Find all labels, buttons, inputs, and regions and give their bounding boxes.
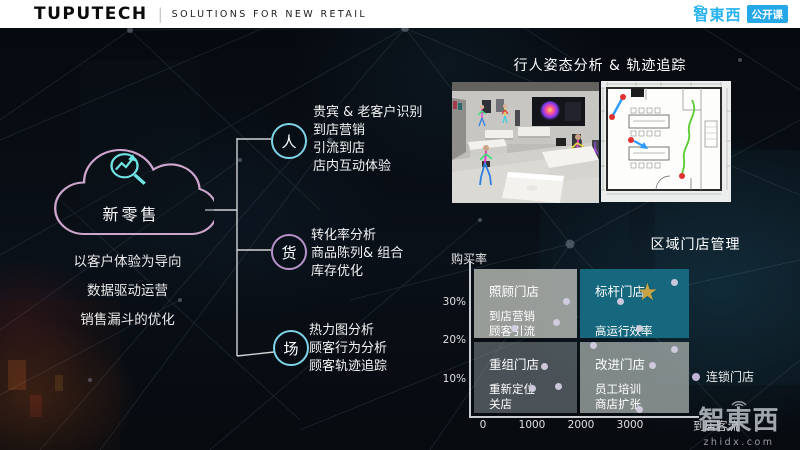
store-point xyxy=(590,342,597,349)
store-point xyxy=(671,346,678,353)
tracking-title: 行人姿态分析 & 轨迹追踪 xyxy=(470,55,730,75)
x-tick-label: 2000 xyxy=(568,419,595,431)
pillar-label-people: 人 xyxy=(281,131,296,152)
quadrant-care-stores: 照顾门店 到店营销顾客引流 xyxy=(474,269,577,338)
zhidx-brand: 智東西 公开课 xyxy=(693,4,788,25)
watermark-domain: zhidx.com xyxy=(684,437,794,448)
y-tick-label: 30% xyxy=(440,296,466,308)
principle-item: 数据驱动运营 xyxy=(35,282,220,300)
pillar-label-goods: 货 xyxy=(281,242,296,263)
zhidx-watermark: 智東西 zhidx.com xyxy=(684,388,794,448)
goods-item: 转化率分析 xyxy=(311,227,403,245)
quadrant-title: 重组门店 xyxy=(489,354,569,373)
pillar-label-place: 场 xyxy=(283,338,298,359)
people-item: 店内互动体验 xyxy=(313,158,422,176)
place-items: 热力图分析顾客行为分析顾客轨迹追踪 xyxy=(309,322,387,376)
legend-label: 连锁门店 xyxy=(706,368,754,385)
quadrant-title: 照顾门店 xyxy=(489,281,569,300)
store-point xyxy=(529,385,536,392)
goods-items: 转化率分析商品陈列& 组合库存优化 xyxy=(311,227,403,281)
quadrant-action: 员工培训 xyxy=(595,382,681,397)
principle-item: 以客户体验为导向 xyxy=(35,253,220,271)
quadrant-action: 顾客引流 xyxy=(489,324,569,339)
logo-separator: | xyxy=(158,5,163,23)
watermark-brand: 智東西 xyxy=(684,407,794,436)
quadrant-restructure-stores: 重组门店 重新定位关店 xyxy=(474,342,577,413)
chart-legend: 连锁门店 xyxy=(692,368,754,385)
quadrant-action: 关店 xyxy=(489,397,569,412)
goods-item: 库存优化 xyxy=(311,263,403,281)
y-tick-label: 20% xyxy=(440,334,466,346)
y-tick-label: 10% xyxy=(440,373,466,385)
people-item: 到店营销 xyxy=(313,122,422,140)
store-point xyxy=(563,298,570,305)
x-tick-label: 0 xyxy=(480,419,487,431)
tuputech-logo: TUPUTECH xyxy=(34,4,148,24)
floorplan-figure xyxy=(601,81,731,202)
store-cctv-figure xyxy=(452,82,599,203)
cloud-title: 新零售 xyxy=(78,201,184,225)
y-axis-line xyxy=(469,261,471,418)
open-class-badge: 公开课 xyxy=(747,5,789,23)
store-point xyxy=(649,362,656,369)
principles-list: 以客户体验为导向数据驱动运营销售漏斗的优化 xyxy=(35,253,220,340)
legend-dot-icon xyxy=(692,373,700,381)
x-tick-label: 1000 xyxy=(519,419,546,431)
header-tagline: SOLUTIONS FOR NEW RETAIL xyxy=(172,8,367,20)
x-axis-line xyxy=(469,416,699,418)
pillar-circle-place: 场 xyxy=(273,330,309,366)
pillar-circle-people: 人 xyxy=(271,123,307,159)
header-bar: TUPUTECH | SOLUTIONS FOR NEW RETAIL 智東西 … xyxy=(0,0,800,28)
new-retail-cloud xyxy=(48,140,214,243)
slide: TUPUTECH | SOLUTIONS FOR NEW RETAIL 智東西 … xyxy=(0,0,800,450)
place-item: 热力图分析 xyxy=(309,322,387,340)
people-item: 贵宾 & 老客户识别 xyxy=(313,104,422,122)
wifi-icon xyxy=(728,397,750,406)
wifi-icon xyxy=(692,2,706,10)
store-point xyxy=(671,279,678,286)
place-item: 顾客轨迹追踪 xyxy=(309,358,387,376)
principle-item: 销售漏斗的优化 xyxy=(35,311,220,329)
people-item: 引流到店 xyxy=(313,140,422,158)
benchmark-star-icon: ★ xyxy=(637,280,659,304)
goods-item: 商品陈列& 组合 xyxy=(311,245,403,263)
place-item: 顾客行为分析 xyxy=(309,340,387,358)
store-point xyxy=(617,298,624,305)
quadrant-title: 改进门店 xyxy=(595,354,681,373)
people-items: 贵宾 & 老客户识别到店营销引流到店店内互动体验 xyxy=(313,104,422,176)
pillar-circle-goods: 货 xyxy=(271,234,307,270)
x-tick-label: 3000 xyxy=(617,419,644,431)
